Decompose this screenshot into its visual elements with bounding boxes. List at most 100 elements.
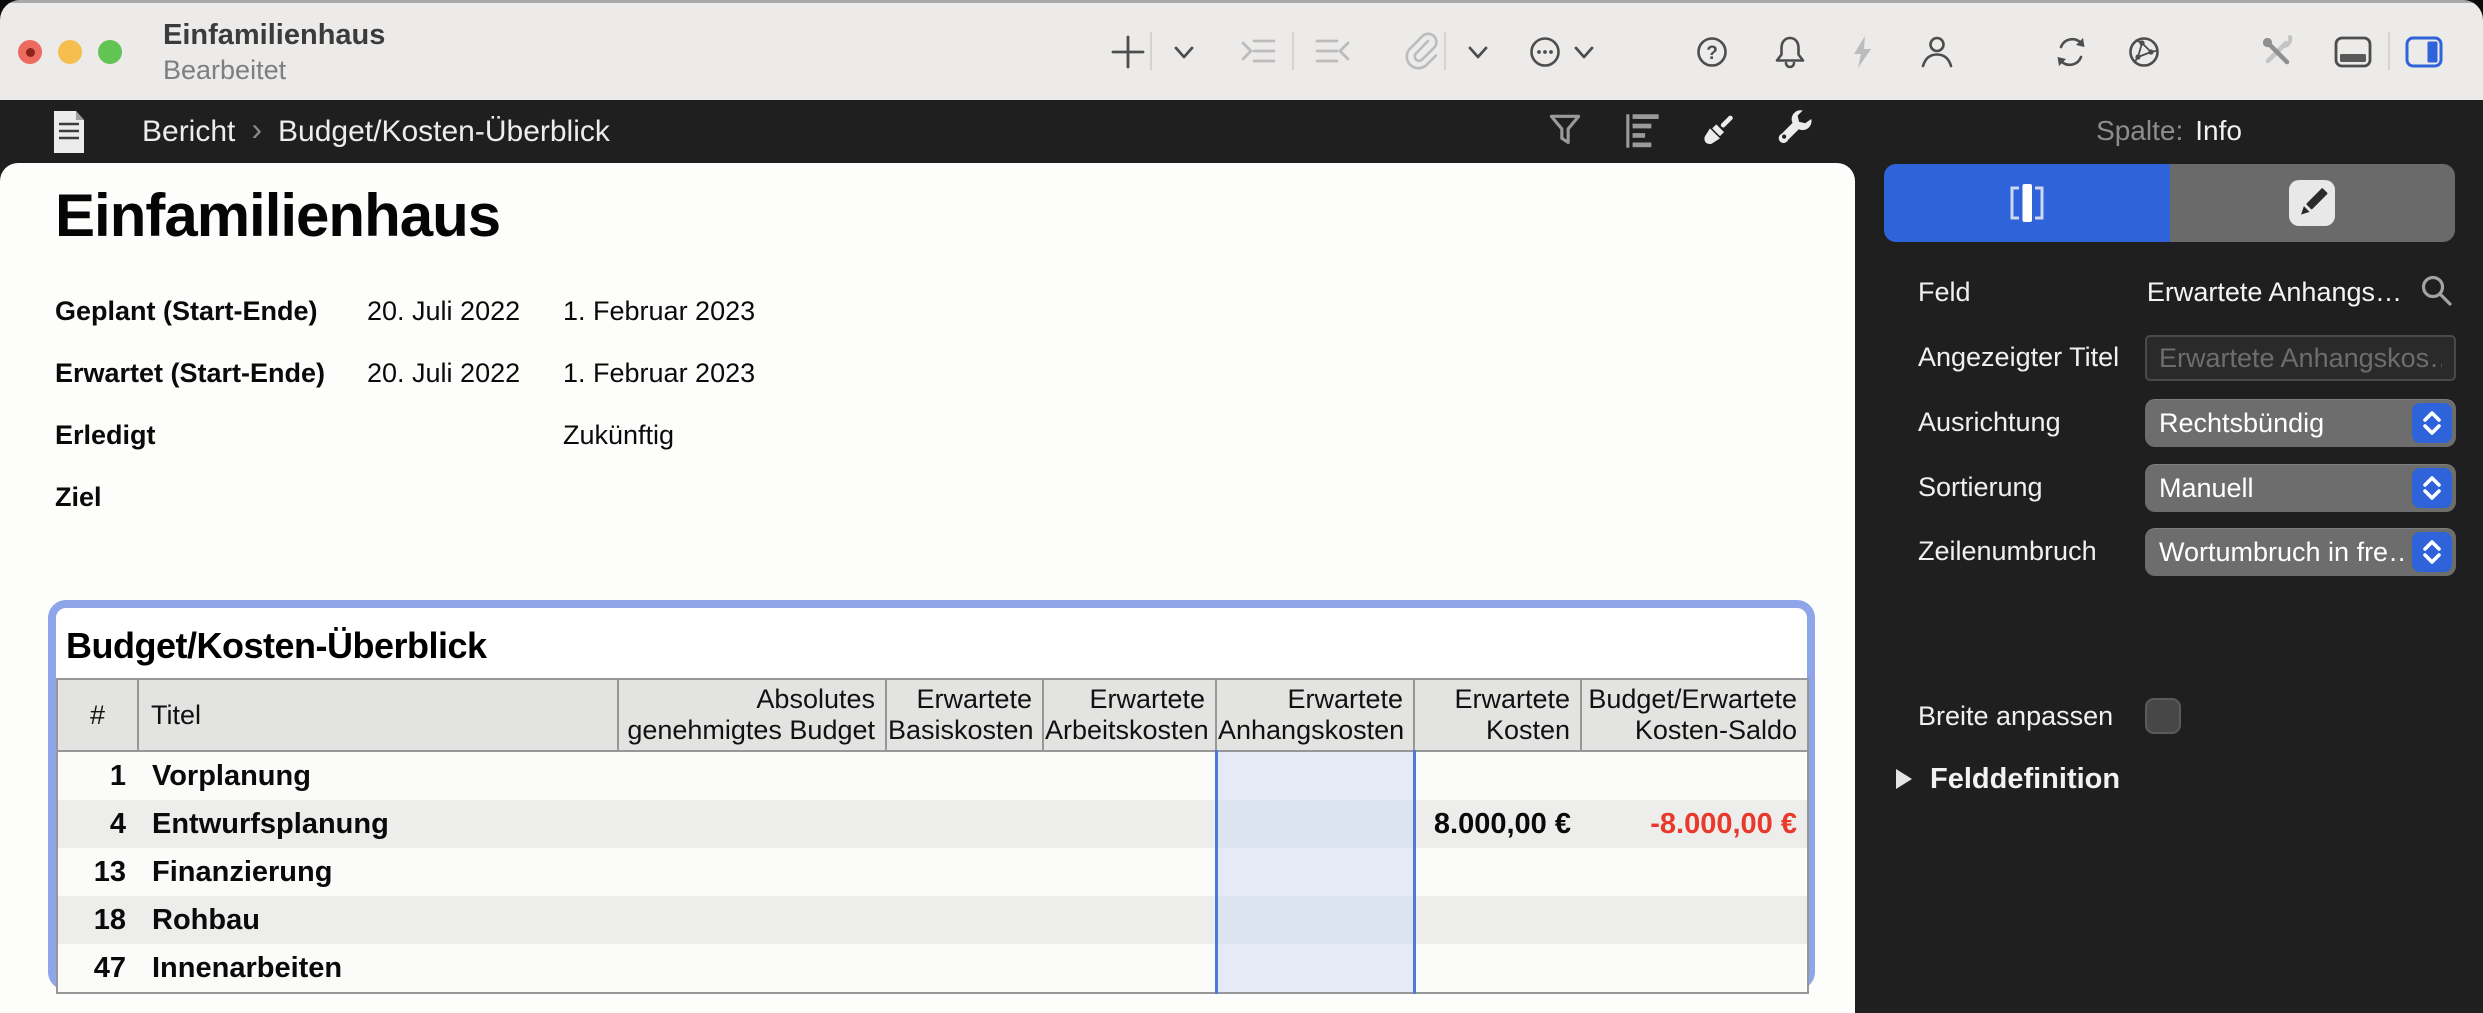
- cell-work-costs[interactable]: [1043, 848, 1216, 896]
- row-number[interactable]: 13: [57, 848, 138, 896]
- cell-base-costs[interactable]: [886, 800, 1043, 848]
- attachment-icon[interactable]: [1397, 30, 1441, 74]
- table-row[interactable]: 13 Finanzierung: [57, 848, 1808, 896]
- row-number[interactable]: 47: [57, 944, 138, 993]
- row-title[interactable]: Innenarbeiten: [138, 944, 618, 993]
- cell-balance[interactable]: -8.000,00 €: [1581, 800, 1808, 848]
- sync-icon[interactable]: [2049, 30, 2093, 74]
- row-title[interactable]: Rohbau: [138, 896, 618, 944]
- more-options-icon[interactable]: [1523, 30, 1567, 74]
- outdent-icon[interactable]: [1311, 30, 1355, 74]
- cell-balance[interactable]: [1581, 848, 1808, 896]
- network-globe-icon[interactable]: [2122, 30, 2166, 74]
- cell-budget[interactable]: [618, 848, 886, 896]
- row-number[interactable]: 1: [57, 751, 138, 800]
- row-title[interactable]: Finanzierung: [138, 848, 618, 896]
- attachment-chevron-down-icon[interactable]: [1456, 30, 1500, 74]
- cell-budget[interactable]: [618, 800, 886, 848]
- breadcrumb-page[interactable]: Budget/Kosten-Überblick: [278, 115, 610, 149]
- column-header-number[interactable]: #: [57, 679, 138, 751]
- filter-icon[interactable]: [1540, 106, 1590, 156]
- table-row[interactable]: 47 Innenarbeiten: [57, 944, 1808, 993]
- cell-budget[interactable]: [618, 896, 886, 944]
- cell-attachment-costs[interactable]: [1216, 800, 1414, 848]
- search-icon[interactable]: [2418, 272, 2456, 315]
- cell-base-costs[interactable]: [886, 896, 1043, 944]
- line-wrap-popup[interactable]: Wortumbruch in fre…: [2145, 528, 2456, 576]
- tools-icon[interactable]: [2255, 30, 2299, 74]
- cell-expected-costs[interactable]: 8.000,00 €: [1414, 800, 1581, 848]
- cell-attachment-costs[interactable]: [1216, 896, 1414, 944]
- outline-view-icon[interactable]: [1618, 106, 1668, 156]
- displayed-title-input[interactable]: [2145, 335, 2456, 381]
- cell-attachment-costs[interactable]: [1216, 751, 1414, 800]
- indent-icon[interactable]: [1236, 30, 1280, 74]
- fit-width-checkbox[interactable]: [2145, 698, 2181, 734]
- breadcrumb: Bericht › Budget/Kosten-Überblick: [142, 100, 610, 163]
- table-row[interactable]: 4 Entwurfsplanung 8.000,00 € -8.000,00 €: [57, 800, 1808, 848]
- breadcrumb-section[interactable]: Bericht: [142, 115, 235, 149]
- style-brush-icon[interactable]: [1692, 106, 1742, 156]
- cell-budget[interactable]: [618, 944, 886, 993]
- tab-column-style[interactable]: [2170, 164, 2456, 242]
- cell-expected-costs[interactable]: [1414, 848, 1581, 896]
- cell-base-costs[interactable]: [886, 751, 1043, 800]
- notifications-bell-icon[interactable]: [1768, 30, 1812, 74]
- add-icon[interactable]: [1106, 30, 1150, 74]
- field-definition-label[interactable]: Felddefinition: [1930, 763, 2120, 796]
- cell-work-costs[interactable]: [1043, 751, 1216, 800]
- cell-work-costs[interactable]: [1043, 896, 1216, 944]
- column-header-title[interactable]: Titel: [138, 679, 618, 751]
- column-header-base-costs[interactable]: Erwartete Basiskosten: [886, 679, 1043, 751]
- report-info-rows: Geplant (Start-Ende) 20. Juli 2022 1. Fe…: [55, 280, 1255, 528]
- cell-work-costs[interactable]: [1043, 800, 1216, 848]
- alignment-popup[interactable]: Rechtsbündig: [2145, 399, 2456, 447]
- cell-attachment-costs[interactable]: [1216, 848, 1414, 896]
- cell-expected-costs[interactable]: [1414, 896, 1581, 944]
- cell-balance[interactable]: [1581, 896, 1808, 944]
- more-chevron-down-icon[interactable]: [1562, 30, 1606, 74]
- help-icon[interactable]: ?: [1690, 30, 1734, 74]
- row-title[interactable]: Entwurfsplanung: [138, 800, 618, 848]
- row-title[interactable]: Vorplanung: [138, 751, 618, 800]
- table-row[interactable]: 18 Rohbau: [57, 896, 1808, 944]
- right-panel-icon[interactable]: [2402, 30, 2446, 74]
- column-header-attachment-costs-selected[interactable]: Erwartete Anhangskosten: [1216, 679, 1414, 751]
- table-row[interactable]: 1 Vorplanung: [57, 751, 1808, 800]
- cell-base-costs[interactable]: [886, 848, 1043, 896]
- inspector-header-value: Info: [2195, 115, 2242, 147]
- close-button[interactable]: [18, 40, 42, 64]
- info-label: Geplant (Start-Ende): [55, 296, 367, 327]
- row-number[interactable]: 18: [57, 896, 138, 944]
- cell-balance[interactable]: [1581, 944, 1808, 993]
- settings-wrench-icon[interactable]: [1770, 106, 1820, 156]
- minimize-button[interactable]: [58, 40, 82, 64]
- cell-work-costs[interactable]: [1043, 944, 1216, 993]
- disclosure-triangle-icon[interactable]: [1892, 767, 1916, 796]
- row-number[interactable]: 4: [57, 800, 138, 848]
- column-header-budget-balance[interactable]: Budget/Erwartete Kosten-Saldo: [1581, 679, 1808, 751]
- zoom-button[interactable]: [98, 40, 122, 64]
- cell-budget[interactable]: [618, 751, 886, 800]
- info-value-start: 20. Juli 2022: [367, 358, 563, 389]
- column-header-expected-costs[interactable]: Erwartete Kosten: [1414, 679, 1581, 751]
- cell-base-costs[interactable]: [886, 944, 1043, 993]
- info-value-start: 20. Juli 2022: [367, 296, 563, 327]
- info-value-end: 1. Februar 2023: [563, 358, 755, 389]
- sorting-popup[interactable]: Manuell: [2145, 464, 2456, 512]
- automation-bolt-icon[interactable]: [1841, 30, 1885, 74]
- cell-balance[interactable]: [1581, 751, 1808, 800]
- user-icon[interactable]: [1915, 30, 1959, 74]
- bottom-panel-icon[interactable]: [2331, 30, 2375, 74]
- add-chevron-down-icon[interactable]: [1162, 30, 1206, 74]
- field-value[interactable]: Erwartete Anhangs…: [2100, 277, 2402, 308]
- column-header-approved-budget[interactable]: Absolutes genehmigtes Budget: [618, 679, 886, 751]
- cell-expected-costs[interactable]: [1414, 944, 1581, 993]
- svg-text:?: ?: [1706, 43, 1718, 64]
- tab-column-layout[interactable]: [1884, 164, 2170, 242]
- cell-expected-costs[interactable]: [1414, 751, 1581, 800]
- budget-table-block[interactable]: Budget/Kosten-Überblick # Titel Absolute…: [48, 600, 1815, 990]
- info-label: Erledigt: [55, 420, 367, 451]
- cell-attachment-costs[interactable]: [1216, 944, 1414, 993]
- column-header-work-costs[interactable]: Erwartete Arbeitskosten: [1043, 679, 1216, 751]
